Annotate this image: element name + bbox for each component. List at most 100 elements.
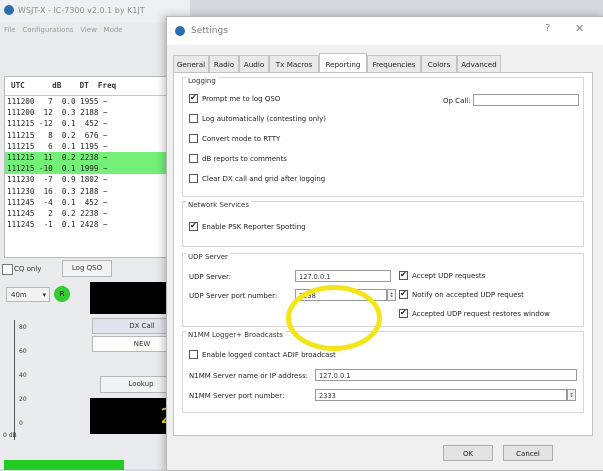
chevron-down-icon: ▾ [42,291,46,299]
table-row[interactable]: 111230 16 0.3 2188 ~ [5,186,171,197]
clear-dx-call-label: Clear DX call and grid after logging [202,175,326,183]
tab-reporting[interactable]: Reporting [319,53,367,72]
cq-only-checkbox[interactable] [2,264,13,275]
tab-frequencies[interactable]: Frequencies [367,55,421,72]
clear-dx-call-checkbox[interactable]: Clear DX call and grid after logging [189,173,326,184]
n1mm-server-input[interactable]: 127.0.0.1 [315,369,577,381]
wsjtx-logo-icon [175,26,185,36]
psk-reporter-checkbox[interactable]: Enable PSK Reporter Spotting [189,221,306,232]
reporting-panel: Logging Prompt me to log QSO Log automat… [173,72,593,436]
col-utc: UTC [11,81,25,90]
checkbox-box[interactable] [189,153,198,163]
menu-configurations[interactable]: Configurations [22,26,73,34]
notify-udp-checkbox[interactable]: Notify on accepted UDP request [399,289,524,300]
n1mm-port-spinner-icon[interactable]: ↕ [567,389,576,401]
notify-udp-label: Notify on accepted UDP request [412,291,524,299]
table-row[interactable]: 111245 -1 0.1 2428 ~ [5,219,171,230]
checkbox-box[interactable] [399,289,408,299]
n1mm-server-label: N1MM Server name or IP address: [189,372,309,380]
checkbox-box[interactable] [189,349,198,359]
col-db: dB [52,81,62,90]
table-row[interactable]: 111215 8 0.2 676 ~ [5,130,171,141]
logging-group-title: Logging [186,77,218,85]
meter-label: 20 [19,396,27,403]
col-dt: DT [79,81,89,90]
udp-port-spinner-icon[interactable]: ↕ [387,289,396,301]
checkbox-box[interactable] [189,221,198,231]
menu-view[interactable]: View [80,26,97,34]
table-row[interactable]: 111215 6 0.1 1195 ~ [5,141,171,152]
checkbox-box[interactable] [189,133,198,143]
checkbox-box[interactable] [189,93,198,103]
accept-udp-label: Accept UDP requests [412,272,486,280]
db-reports-checkbox[interactable]: dB reports to comments [189,153,287,164]
tab-tx-macros[interactable]: Tx Macros [269,55,319,72]
log-qso-button[interactable]: Log QSO [62,260,112,277]
cq-only-label: CQ only [14,265,42,273]
psk-reporter-label: Enable PSK Reporter Spotting [202,223,306,231]
op-call-label: Op Call: [443,97,471,105]
logging-group: Logging Prompt me to log QSO Log automat… [182,77,584,197]
n1mm-port-input[interactable]: 2333 [315,389,567,401]
table-row[interactable]: 111200 7 0.0 1955 ~ [5,96,171,107]
checkbox-box[interactable] [399,308,408,318]
prompt-log-qso-checkbox[interactable]: Prompt me to log QSO [189,93,281,104]
table-row[interactable]: 111215 -10 0.1 1999 ~ [5,163,171,175]
accept-udp-checkbox[interactable]: Accept UDP requests [399,270,486,281]
convert-rtty-label: Convert mode to RTTY [202,135,281,143]
udp-server-group: UDP Server UDP Server: 127.0.0.1 UDP Ser… [182,253,584,327]
n1mm-enable-checkbox[interactable]: Enable logged contact ADIF broadcast [189,349,336,360]
checkbox-box[interactable] [399,270,408,280]
rx-indicator-icon: R [54,286,70,302]
n1mm-enable-label: Enable logged contact ADIF broadcast [202,351,336,359]
table-row[interactable]: 111245 -4 0.1 452 ~ [5,197,171,208]
meter-label: 40 [19,372,27,379]
decode-rows: 111200 7 0.0 1955 ~111200 12 0.3 2188 ~1… [5,96,171,230]
op-call-input[interactable] [473,94,579,106]
cancel-button[interactable]: Cancel [503,445,553,461]
settings-title: Settings [191,26,228,36]
log-automatically-label: Log automatically (contesting only) [202,115,327,123]
restore-window-checkbox[interactable]: Accepted UDP request restores window [399,308,550,319]
tab-audio[interactable]: Audio [239,55,269,72]
menu-mode[interactable]: Mode [104,26,123,34]
n1mm-group: N1MM Logger+ Broadcasts Enable logged co… [182,331,584,413]
table-row[interactable]: 111215 -12 0.1 452 ~ [5,118,171,129]
prompt-log-qso-label: Prompt me to log QSO [202,95,281,103]
udp-port-input[interactable]: 2238 [295,289,387,301]
checkbox-box[interactable] [189,173,198,183]
table-row[interactable]: 111215 11 0.2 2238 ~ [5,151,171,164]
menu-file[interactable]: File [4,26,16,34]
close-icon[interactable]: ✕ [575,22,584,35]
tab-radio[interactable]: Radio [209,55,239,72]
udp-port-label: UDP Server port number: [189,292,278,300]
ok-button[interactable]: OK [443,445,493,461]
restore-window-label: Accepted UDP request restores window [412,310,550,318]
meter-label: 0 [19,420,23,427]
table-header: UTC dB DT Freq [5,77,171,96]
table-row[interactable]: 111230 -7 0.9 1802 ~ [5,174,171,185]
table-row[interactable]: 111200 12 0.3 2188 ~ [5,107,171,118]
band-select[interactable]: 40m ▾ [6,287,50,302]
udp-server-label: UDP Server: [189,273,232,281]
tab-advanced[interactable]: Advanced [457,55,501,72]
main-menu-bar: File Configurations View Mode [4,26,123,34]
network-services-title: Network Services [186,201,251,209]
checkbox-box[interactable] [189,113,198,123]
meter-label: 80 [19,324,27,331]
udp-server-input[interactable]: 127.0.0.1 [295,270,391,282]
tab-colors[interactable]: Colors [421,55,457,72]
convert-rtty-checkbox[interactable]: Convert mode to RTTY [189,133,281,144]
settings-dialog: Settings ? ✕ General Radio Audio Tx Macr… [166,16,603,471]
meter-unit: 0 dB [3,432,17,439]
help-icon[interactable]: ? [545,23,550,34]
udp-server-title: UDP Server [186,253,230,261]
col-freq: Freq [97,81,117,90]
band-activity-table[interactable]: UTC dB DT Freq 111200 7 0.0 1955 ~111200… [4,76,172,258]
signal-meter: 80 60 40 20 0 0 dB [3,320,53,440]
tab-general[interactable]: General [173,55,209,72]
log-automatically-checkbox[interactable]: Log automatically (contesting only) [189,113,327,124]
table-row[interactable]: 111245 2 0.2 2238 ~ [5,208,171,219]
main-window-titlebar: WSJT-X - IC-7300 v2.0.1 by K1JT [0,0,190,22]
network-services-group: Network Services Enable PSK Reporter Spo… [182,201,584,247]
